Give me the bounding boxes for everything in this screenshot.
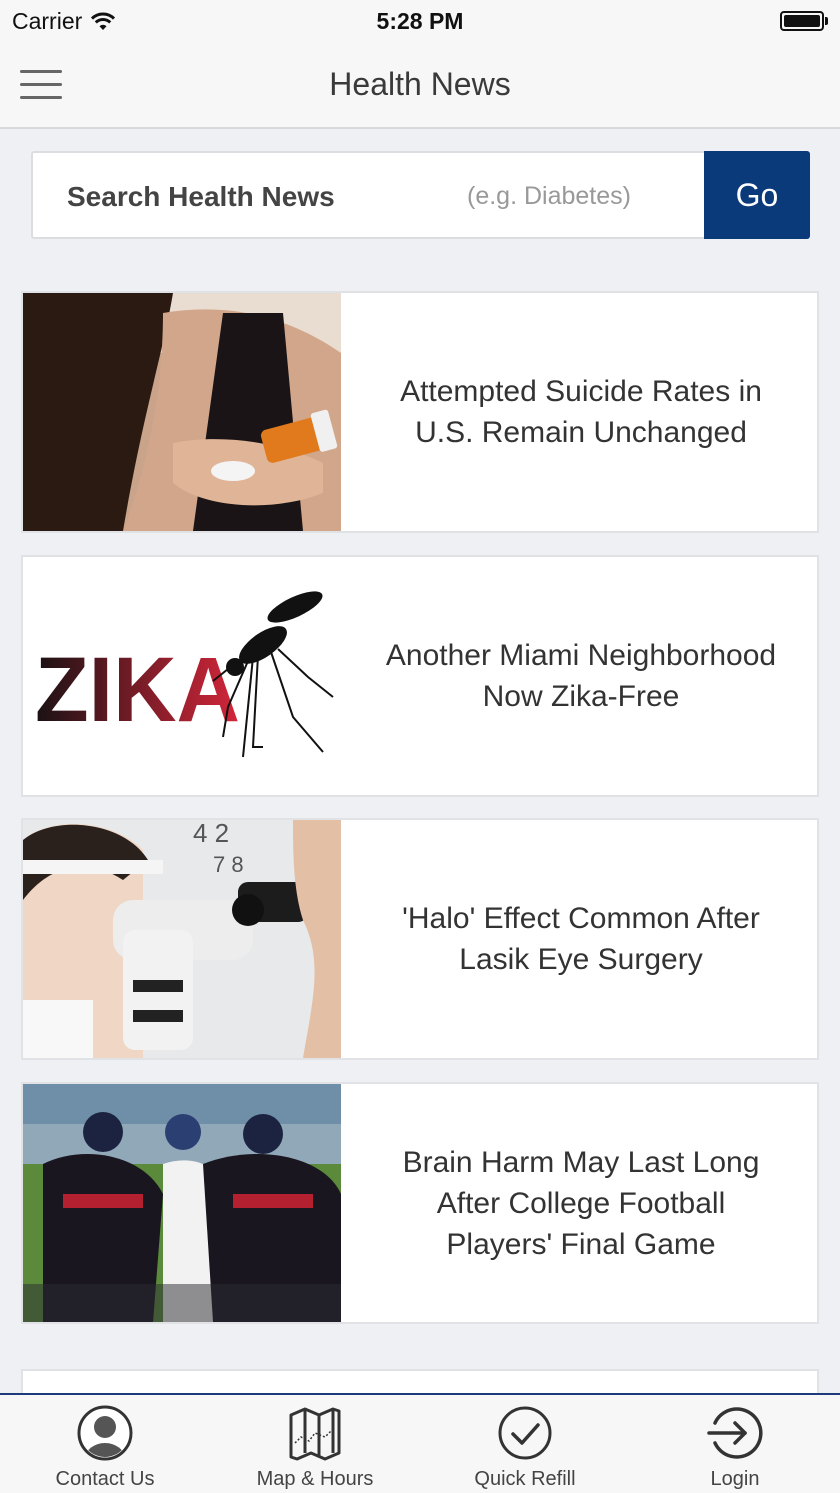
article-card[interactable]: 4 2 7 8 'Halo' Effect Common After Lasik… xyxy=(21,818,819,1060)
article-thumbnail-football xyxy=(23,1084,341,1322)
page-title: Health News xyxy=(329,66,511,102)
tab-label: Contact Us xyxy=(55,1468,155,1490)
article-thumbnail-woman-pills xyxy=(23,293,341,531)
tab-quick-refill[interactable]: Quick Refill xyxy=(420,1395,630,1493)
article-title: 'Halo' Effect Common After Lasik Eye Sur… xyxy=(402,902,760,976)
tab-label: Map & Hours xyxy=(256,1468,374,1490)
tab-label: Login xyxy=(710,1468,760,1490)
tab-bar: Contact Us Map & Hours Quick Refill Logi… xyxy=(0,1393,840,1493)
search-field[interactable]: Search Health News (e.g. Diabetes) Go xyxy=(31,151,810,239)
article-title: Attempted Suicide Rates in U.S. Remain U… xyxy=(400,375,762,449)
tab-map-hours[interactable]: Map & Hours xyxy=(210,1395,420,1493)
article-title: Another Miami Neighborhood Now Zika-Free xyxy=(385,639,777,713)
svg-text:7 8: 7 8 xyxy=(213,852,244,877)
article-card[interactable]: ZIKA Another Miami Neighborhood Now Zika… xyxy=(21,555,819,797)
login-arrow-icon xyxy=(707,1407,763,1459)
svg-text:4 2: 4 2 xyxy=(193,820,229,848)
battery-icon xyxy=(780,11,828,31)
article-card[interactable]: Brain Harm May Last Long After College F… xyxy=(21,1082,819,1324)
article-thumbnail-zika: ZIKA xyxy=(23,557,341,795)
search-hint: (e.g. Diabetes) xyxy=(467,182,631,210)
tab-login[interactable]: Login xyxy=(630,1395,840,1493)
tab-contact-us[interactable]: Contact Us xyxy=(0,1395,210,1493)
checkmark-circle-icon xyxy=(498,1406,552,1460)
article-thumbnail-eye-exam: 4 2 7 8 xyxy=(23,820,341,1058)
nav-bar: Health News xyxy=(0,42,840,129)
article-card[interactable]: Attempted Suicide Rates in U.S. Remain U… xyxy=(21,291,819,533)
zika-logo-text: ZIKA xyxy=(35,639,240,741)
status-time: 5:28 PM xyxy=(376,8,464,34)
map-icon xyxy=(289,1407,341,1461)
status-bar: Carrier 5:28 PM xyxy=(0,0,840,42)
article-title: Brain Harm May Last Long After College F… xyxy=(402,1145,760,1261)
search-label: Search Health News xyxy=(67,181,335,212)
go-button[interactable]: Go xyxy=(704,151,810,239)
tab-label: Quick Refill xyxy=(474,1468,576,1490)
person-icon xyxy=(77,1405,133,1461)
